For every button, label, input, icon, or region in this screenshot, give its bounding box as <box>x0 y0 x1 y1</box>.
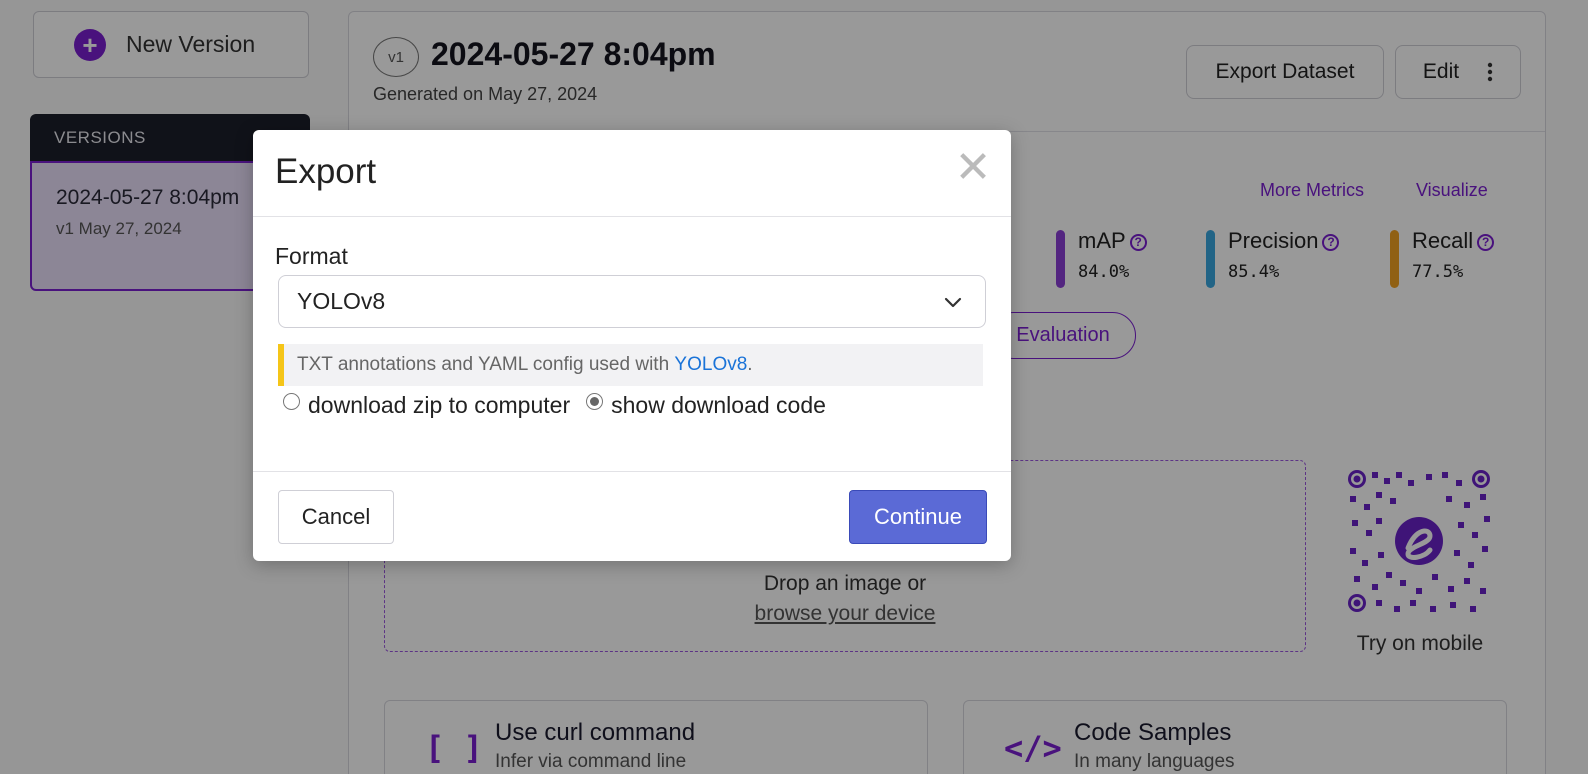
close-icon[interactable]: ✕ <box>953 146 993 190</box>
info-text: TXT annotations and YAML config used wit… <box>297 354 670 375</box>
continue-button[interactable]: Continue <box>849 490 987 544</box>
chevron-down-icon <box>944 297 962 308</box>
radio-download-zip[interactable]: download zip to computer <box>283 392 570 419</box>
yolov8-link[interactable]: YOLOv8 <box>674 354 747 376</box>
cancel-button[interactable]: Cancel <box>278 490 394 544</box>
radio-show-code[interactable]: show download code <box>586 392 826 419</box>
radio-button[interactable] <box>283 393 300 410</box>
info-suffix: . <box>747 354 753 375</box>
modal-title: Export <box>275 152 377 191</box>
format-info-note: TXT annotations and YAML config used wit… <box>278 344 983 386</box>
download-option-group: download zip to computer show download c… <box>283 392 842 419</box>
format-label: Format <box>275 243 348 269</box>
modal-footer: Cancel Continue <box>253 472 1011 561</box>
format-select[interactable]: YOLOv8 <box>278 275 986 328</box>
radio-button[interactable] <box>586 393 604 410</box>
radio-label: show download code <box>611 392 826 418</box>
format-selected-value: YOLOv8 <box>297 288 386 314</box>
modal-header: Export ✕ <box>253 130 1011 217</box>
export-modal: Export ✕ Format YOLOv8 TXT annotations a… <box>253 130 1011 561</box>
radio-label: download zip to computer <box>308 392 571 418</box>
modal-body: Format YOLOv8 TXT annotations and YAML c… <box>253 217 1011 472</box>
